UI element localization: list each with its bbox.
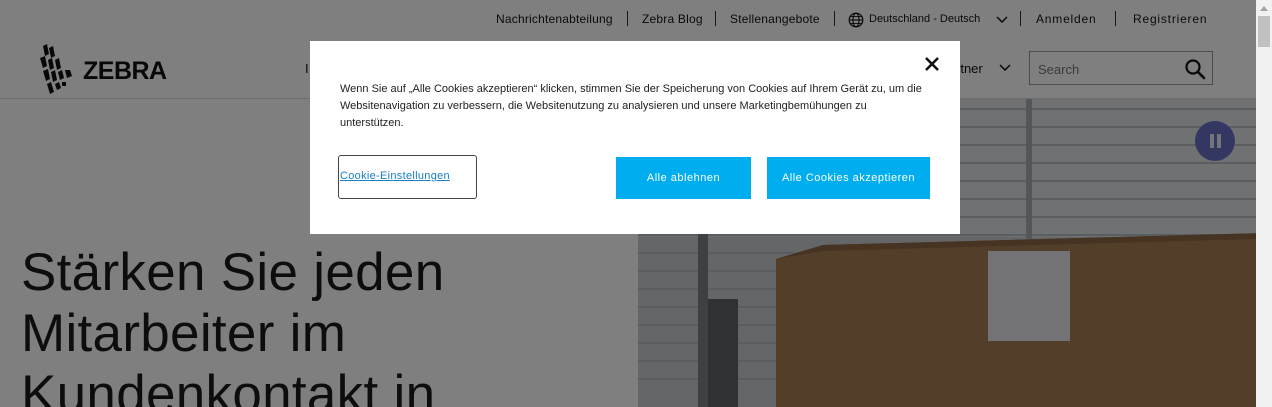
scrollbar[interactable] bbox=[1256, 0, 1272, 407]
close-icon[interactable] bbox=[923, 55, 941, 73]
accept-all-button[interactable]: Alle Cookies akzeptieren bbox=[767, 157, 930, 199]
cookie-settings-button[interactable]: Cookie-Einstellungen bbox=[338, 155, 477, 199]
scroll-up-arrow-icon[interactable] bbox=[1256, 0, 1272, 16]
cookie-dialog: Wenn Sie auf „Alle Cookies akzeptieren“ … bbox=[310, 41, 960, 234]
reject-all-button[interactable]: Alle ablehnen bbox=[616, 157, 751, 199]
cookie-consent-text: Wenn Sie auf „Alle Cookies akzeptieren“ … bbox=[340, 83, 922, 129]
scroll-thumb[interactable] bbox=[1258, 16, 1270, 47]
cookie-settings-label: Cookie-Einstellungen bbox=[340, 170, 450, 182]
